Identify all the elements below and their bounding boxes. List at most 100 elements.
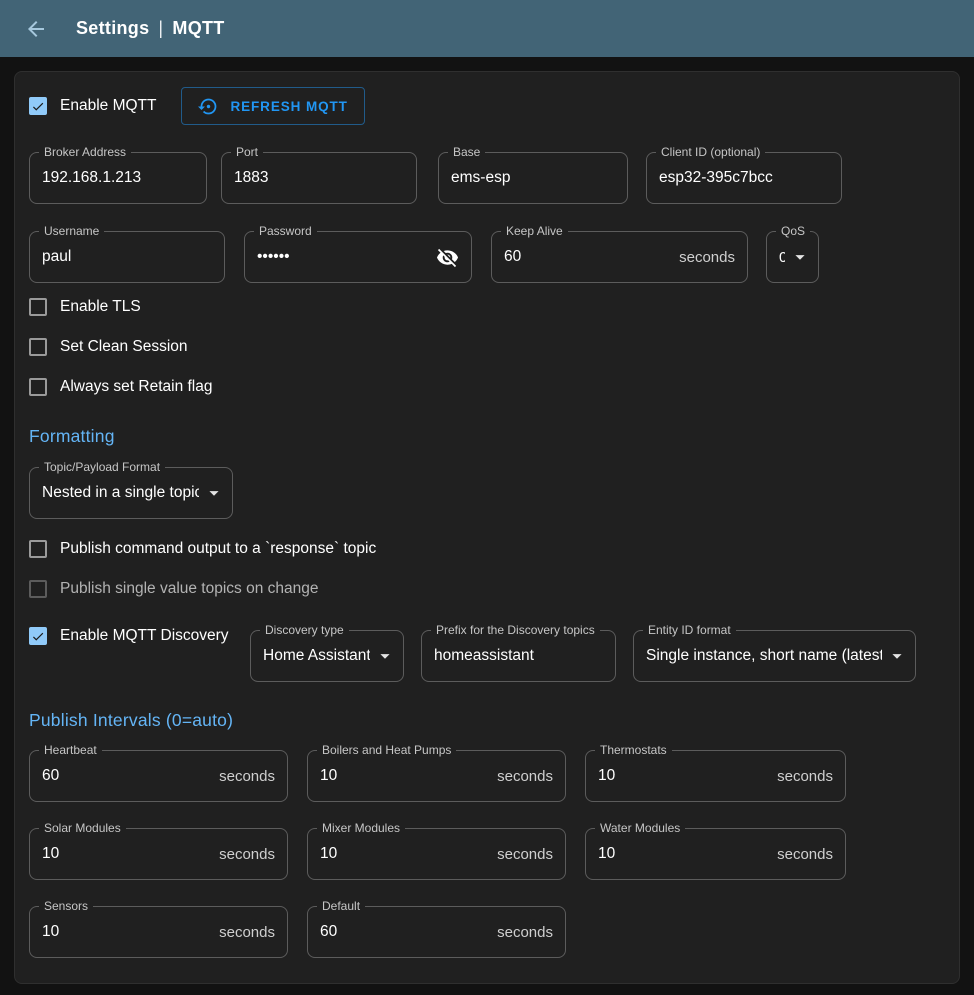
enable-mqtt-checkbox[interactable]: Enable MQTT (29, 95, 156, 117)
boilers-input[interactable] (320, 767, 489, 785)
connection-options: Enable TLS Set Clean Session Always set … (29, 296, 949, 398)
app-bar: Settings | MQTT (0, 0, 974, 57)
publish-intervals-grid: Heartbeat seconds Boilers and Heat Pumps… (29, 750, 846, 958)
discovery-prefix-input[interactable] (434, 647, 603, 665)
password-field: Password (244, 231, 472, 283)
publish-single-checkbox[interactable]: Publish single value topics on change (29, 578, 319, 600)
caret-down-icon (374, 645, 396, 667)
qos-select[interactable]: QoS 0 (766, 231, 819, 283)
solar-modules-unit: seconds (219, 846, 275, 863)
enable-tls-label: Enable TLS (60, 298, 141, 316)
solar-modules-label: Solar Modules (39, 820, 126, 837)
sensors-input[interactable] (42, 923, 211, 941)
discovery-type-value: Home Assistant (263, 647, 370, 665)
port-field: Port (221, 152, 417, 204)
client-id-label: Client ID (optional) (656, 144, 765, 161)
publish-response-row: Publish command output to a `response` t… (29, 538, 949, 560)
publish-response-checkbox[interactable]: Publish command output to a `response` t… (29, 538, 376, 560)
water-modules-label: Water Modules (595, 820, 685, 837)
default-interval-input[interactable] (320, 923, 489, 941)
thermostats-field: Thermostats seconds (585, 750, 846, 802)
retain-flag-checkbox[interactable]: Always set Retain flag (29, 376, 213, 398)
retain-flag-label: Always set Retain flag (60, 378, 213, 396)
water-modules-input[interactable] (598, 845, 769, 863)
mqtt-settings-card: Enable MQTT REFRESH MQTT Broker Address … (14, 71, 960, 984)
topic-payload-format-select[interactable]: Topic/Payload Format Nested in a single … (29, 467, 233, 519)
enable-mqtt-row: Enable MQTT REFRESH MQTT (29, 87, 949, 125)
password-label: Password (254, 223, 317, 240)
qos-value: 0 (779, 249, 785, 266)
checkbox-unchecked-icon (29, 338, 47, 356)
discovery-type-label: Discovery type (260, 622, 349, 639)
client-id-field: Client ID (optional) (646, 152, 842, 204)
base-label: Base (448, 144, 485, 161)
visibility-off-icon (436, 246, 459, 269)
caret-down-icon (886, 645, 908, 667)
checkbox-unchecked-icon (29, 540, 47, 558)
entity-id-format-value: Single instance, short name (latest) (646, 647, 882, 665)
page-title-divider: | (158, 18, 163, 39)
mixer-modules-field: Mixer Modules seconds (307, 828, 566, 880)
enable-discovery-checkbox[interactable]: Enable MQTT Discovery (29, 625, 250, 647)
boilers-field: Boilers and Heat Pumps seconds (307, 750, 566, 802)
connection-fields-row-2: Username Password Keep Alive seconds QoS… (29, 231, 949, 283)
page-title-secondary: MQTT (172, 18, 224, 39)
broker-address-input[interactable] (42, 169, 194, 187)
keep-alive-label: Keep Alive (501, 223, 568, 240)
enable-tls-checkbox[interactable]: Enable TLS (29, 296, 141, 318)
keep-alive-unit: seconds (679, 249, 735, 266)
solar-modules-input[interactable] (42, 845, 211, 863)
enable-discovery-label: Enable MQTT Discovery (60, 627, 229, 645)
client-id-input[interactable] (659, 169, 829, 187)
heartbeat-input[interactable] (42, 767, 211, 785)
connection-fields-row-1: Broker Address Port Base Client ID (opti… (29, 152, 949, 204)
base-field: Base (438, 152, 628, 204)
formatting-heading: Formatting (29, 426, 949, 447)
username-input[interactable] (42, 248, 212, 266)
default-interval-label: Default (317, 898, 365, 915)
discovery-prefix-field: Prefix for the Discovery topics (421, 630, 616, 682)
mixer-modules-unit: seconds (497, 846, 553, 863)
discovery-row: Enable MQTT Discovery Discovery type Hom… (29, 622, 949, 682)
publish-intervals-heading: Publish Intervals (0=auto) (29, 710, 949, 731)
checkbox-checked-icon (29, 627, 47, 645)
base-input[interactable] (451, 169, 615, 187)
password-input[interactable] (257, 248, 428, 266)
keep-alive-input[interactable] (504, 248, 671, 266)
entity-id-format-select[interactable]: Entity ID format Single instance, short … (633, 630, 916, 682)
sensors-field: Sensors seconds (29, 906, 288, 958)
keep-alive-field: Keep Alive seconds (491, 231, 748, 283)
thermostats-input[interactable] (598, 767, 769, 785)
topic-format-row: Topic/Payload Format Nested in a single … (29, 467, 949, 519)
toggle-password-visibility-button[interactable] (436, 246, 459, 269)
thermostats-label: Thermostats (595, 742, 672, 759)
heartbeat-unit: seconds (219, 768, 275, 785)
thermostats-unit: seconds (777, 768, 833, 785)
back-button[interactable] (22, 15, 50, 43)
boilers-label: Boilers and Heat Pumps (317, 742, 456, 759)
heartbeat-label: Heartbeat (39, 742, 102, 759)
username-field: Username (29, 231, 225, 283)
discovery-type-select[interactable]: Discovery type Home Assistant (250, 630, 404, 682)
port-input[interactable] (234, 169, 404, 187)
arrow-back-icon (24, 17, 48, 41)
caret-down-icon (789, 246, 811, 268)
discovery-prefix-label: Prefix for the Discovery topics (431, 622, 600, 639)
clean-session-checkbox[interactable]: Set Clean Session (29, 336, 188, 358)
page-title-primary: Settings (76, 18, 149, 39)
topic-payload-format-label: Topic/Payload Format (39, 459, 165, 476)
entity-id-format-label: Entity ID format (643, 622, 736, 639)
checkbox-unchecked-icon (29, 580, 47, 598)
mixer-modules-label: Mixer Modules (317, 820, 405, 837)
mixer-modules-input[interactable] (320, 845, 489, 863)
sensors-label: Sensors (39, 898, 93, 915)
refresh-mqtt-button[interactable]: REFRESH MQTT (181, 87, 364, 125)
default-interval-field: Default seconds (307, 906, 566, 958)
caret-down-icon (203, 482, 225, 504)
checkbox-unchecked-icon (29, 298, 47, 316)
heartbeat-field: Heartbeat seconds (29, 750, 288, 802)
publish-single-label: Publish single value topics on change (60, 580, 319, 598)
refresh-mqtt-button-label: REFRESH MQTT (230, 99, 347, 114)
broker-address-field: Broker Address (29, 152, 207, 204)
clean-session-label: Set Clean Session (60, 338, 188, 356)
